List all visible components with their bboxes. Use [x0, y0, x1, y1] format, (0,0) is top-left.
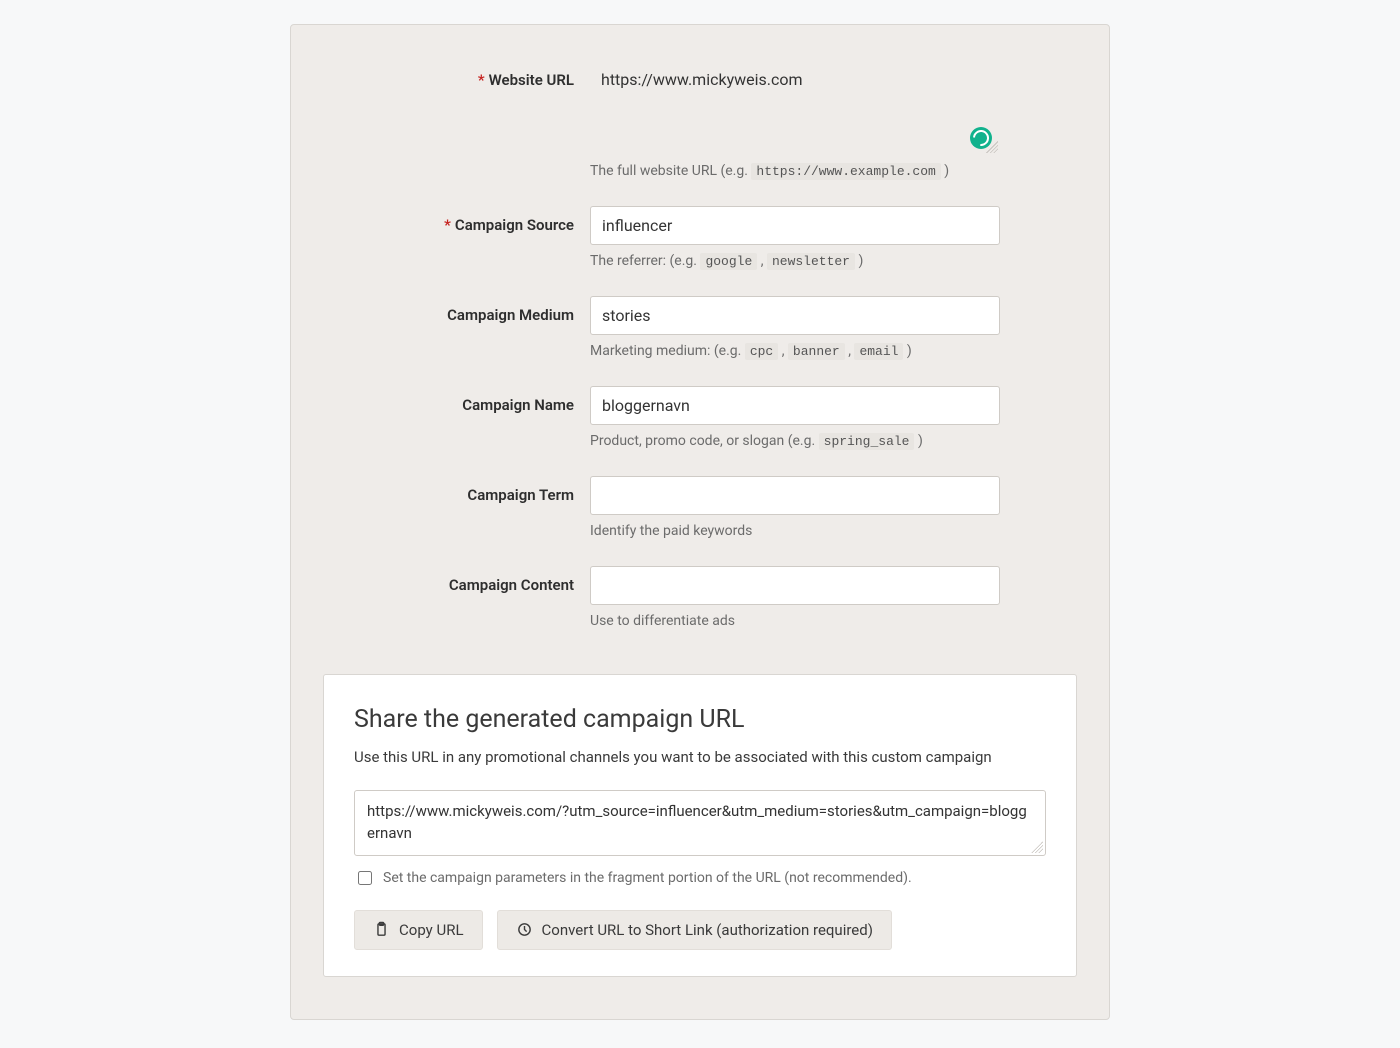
campaign-medium-input[interactable] — [590, 296, 1000, 335]
generated-url-text: https://www.mickyweis.com/?utm_source=in… — [367, 802, 1027, 842]
required-star: * — [478, 71, 485, 89]
utm-builder-panel: *Website URL https://www.mickyweis.com T… — [290, 24, 1110, 1020]
share-heading: Share the generated campaign URL — [354, 705, 1046, 734]
shortlink-button[interactable]: Convert URL to Short Link (authorization… — [497, 910, 892, 950]
generated-url-textarea[interactable]: https://www.mickyweis.com/?utm_source=in… — [354, 790, 1046, 856]
label-campaign-term: Campaign Term — [400, 476, 590, 504]
website-url-input[interactable]: https://www.mickyweis.com — [590, 61, 1000, 155]
fragment-option-label: Set the campaign parameters in the fragm… — [383, 870, 912, 886]
hint-campaign-term: Identify the paid keywords — [590, 521, 1000, 542]
row-campaign-term: Campaign Term Identify the paid keywords — [400, 476, 1000, 556]
row-campaign-name: Campaign Name Product, promo code, or sl… — [400, 386, 1000, 466]
row-campaign-medium: Campaign Medium Marketing medium: (e.g. … — [400, 296, 1000, 376]
website-url-value: https://www.mickyweis.com — [601, 70, 803, 89]
campaign-term-input[interactable] — [590, 476, 1000, 515]
campaign-content-input[interactable] — [590, 566, 1000, 605]
row-campaign-source: *Campaign Source The referrer: (e.g. goo… — [400, 206, 1000, 286]
share-subtext: Use this URL in any promotional channels… — [354, 748, 1046, 766]
hint-campaign-name: Product, promo code, or slogan (e.g. spr… — [590, 431, 1000, 452]
shortlink-label: Convert URL to Short Link (authorization… — [542, 921, 873, 939]
hint-website-url: The full website URL (e.g. https://www.e… — [590, 161, 1000, 182]
hint-campaign-content: Use to differentiate ads — [590, 611, 1000, 632]
fragment-option-row[interactable]: Set the campaign parameters in the fragm… — [354, 868, 1046, 888]
label-campaign-content: Campaign Content — [400, 566, 590, 594]
utm-form: *Website URL https://www.mickyweis.com T… — [400, 61, 1000, 646]
row-website-url: *Website URL https://www.mickyweis.com T… — [400, 61, 1000, 196]
share-card: Share the generated campaign URL Use thi… — [323, 674, 1077, 977]
hint-campaign-medium: Marketing medium: (e.g. cpc , banner , e… — [590, 341, 1000, 362]
campaign-name-input[interactable] — [590, 386, 1000, 425]
campaign-source-input[interactable] — [590, 206, 1000, 245]
label-campaign-medium: Campaign Medium — [400, 296, 590, 324]
fragment-checkbox[interactable] — [358, 871, 372, 885]
required-star: * — [444, 216, 451, 234]
copy-url-label: Copy URL — [399, 921, 464, 939]
label-website-url: *Website URL — [400, 61, 590, 89]
clipboard-icon — [373, 921, 390, 938]
copy-url-button[interactable]: Copy URL — [354, 910, 483, 950]
hint-campaign-source: The referrer: (e.g. google , newsletter … — [590, 251, 1000, 272]
row-campaign-content: Campaign Content Use to differentiate ad… — [400, 566, 1000, 646]
button-row: Copy URL Convert URL to Short Link (auth… — [354, 910, 1046, 950]
shortlink-icon — [516, 921, 533, 938]
grammarly-icon[interactable] — [970, 127, 992, 149]
resize-handle-icon[interactable] — [1031, 841, 1043, 853]
label-campaign-name: Campaign Name — [400, 386, 590, 414]
label-campaign-source: *Campaign Source — [400, 206, 590, 234]
